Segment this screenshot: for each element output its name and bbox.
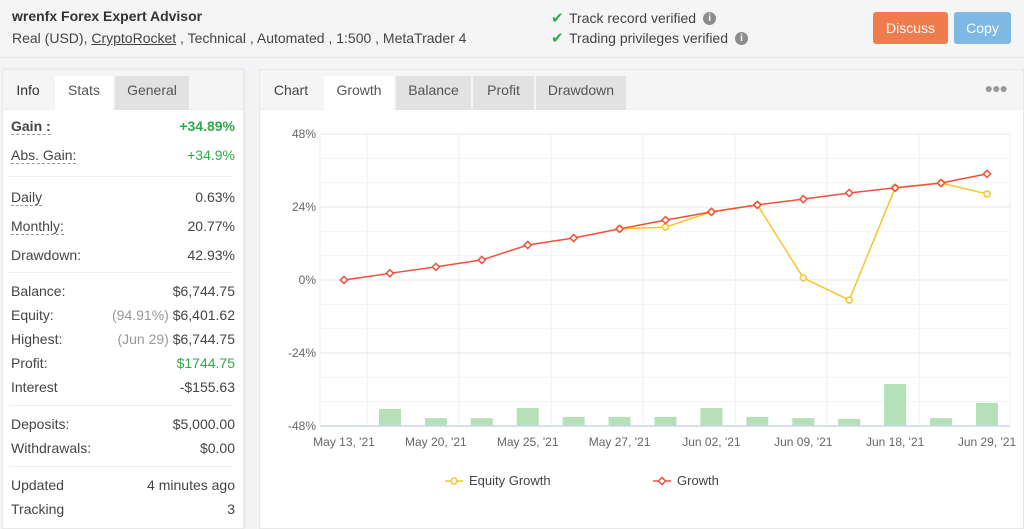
- gain-value: +34.89%: [179, 118, 235, 134]
- account-subtitle: Real (USD), CryptoRocket , Technical , A…: [12, 30, 466, 46]
- balance-value: $6,744.75: [172, 283, 235, 299]
- chart-tabs: Chart Growth Balance Profit Drawdown ●●●: [260, 70, 1023, 110]
- equity-label: Equity:: [11, 307, 54, 323]
- stat-withdrawals: Withdrawals: $0.00: [11, 440, 235, 458]
- stat-daily: Daily 0.63%: [11, 189, 235, 207]
- stats-tabs: Info Stats General: [3, 70, 243, 110]
- stat-tracking: Tracking 3: [11, 501, 235, 519]
- divider: [9, 405, 233, 406]
- equity-value: (94.91%) $6,401.62: [112, 307, 235, 323]
- drawdown-label: Drawdown:: [11, 247, 82, 263]
- interest-value: -$155.63: [179, 379, 235, 395]
- withdrawals-label: Withdrawals:: [11, 440, 92, 456]
- monthly-value: 20.77%: [187, 218, 235, 234]
- copy-button[interactable]: Copy: [954, 12, 1011, 44]
- highest-date: (Jun 29): [117, 331, 169, 347]
- profit-value: $1744.75: [176, 355, 235, 371]
- tracking-label: Tracking: [11, 501, 65, 517]
- abs-gain-label[interactable]: Abs. Gain:: [11, 147, 77, 164]
- info-icon[interactable]: i: [735, 31, 748, 45]
- daily-value: 0.63%: [195, 189, 235, 205]
- balance-label: Balance:: [11, 283, 66, 299]
- chart-panel: Chart Growth Balance Profit Drawdown ●●●: [259, 69, 1024, 529]
- daily-label[interactable]: Daily: [11, 189, 43, 206]
- stat-abs-gain: Abs. Gain: +34.9%: [11, 147, 235, 165]
- more-options-icon[interactable]: ●●●: [985, 80, 1008, 96]
- equity-percent: (94.91%): [112, 307, 169, 323]
- deposits-value: $5,000.00: [172, 416, 235, 432]
- tab-info[interactable]: Info: [3, 76, 53, 110]
- broker-link[interactable]: CryptoRocket: [91, 30, 176, 46]
- divider: [9, 466, 233, 467]
- stat-drawdown: Drawdown: 42.93%: [11, 247, 235, 265]
- stat-equity: Equity: (94.91%) $6,401.62: [11, 307, 235, 325]
- tab-growth[interactable]: Growth: [324, 76, 394, 110]
- withdrawals-value: $0.00: [199, 440, 235, 456]
- tab-stats[interactable]: Stats: [55, 76, 113, 110]
- check-icon: ✔: [551, 10, 564, 27]
- profit-label: Profit:: [11, 355, 48, 371]
- account-header: wrenfx Forex Expert Advisor Real (USD), …: [0, 0, 1024, 58]
- tab-general[interactable]: General: [115, 76, 189, 110]
- track-record-verified: ✔ Track record verified i: [551, 9, 717, 27]
- account-details: , Technical , Automated , 1:500 , MetaTr…: [176, 30, 467, 46]
- gain-label[interactable]: Gain :: [11, 118, 51, 135]
- tab-profit[interactable]: Profit: [473, 76, 534, 110]
- info-icon[interactable]: i: [703, 11, 717, 25]
- verification-label: Trading privileges verified: [569, 30, 728, 46]
- stats-panel: Info Stats General Gain : +34.89% Abs. G…: [2, 69, 244, 529]
- divider: [9, 272, 233, 273]
- system-title: wrenfx Forex Expert Advisor: [12, 8, 203, 24]
- account-type: Real (USD),: [12, 30, 92, 46]
- verification-label: Track record verified: [569, 10, 697, 26]
- stat-deposits: Deposits: $5,000.00: [11, 416, 235, 434]
- stat-monthly: Monthly: 20.77%: [11, 218, 235, 236]
- stat-balance: Balance: $6,744.75: [11, 283, 235, 301]
- interest-label: Interest: [11, 379, 58, 395]
- check-icon: ✔: [551, 30, 564, 47]
- updated-value: 4 minutes ago: [147, 477, 235, 493]
- trading-privileges-verified: ✔ Trading privileges verified i: [551, 29, 748, 47]
- equity-amount: $6,401.62: [172, 307, 235, 323]
- deposits-label: Deposits:: [11, 416, 70, 432]
- stat-profit: Profit: $1744.75: [11, 355, 235, 373]
- highest-value: (Jun 29) $6,744.75: [117, 331, 235, 347]
- stat-interest: Interest -$155.63: [11, 379, 235, 397]
- stat-gain: Gain : +34.89%: [11, 118, 235, 136]
- drawdown-value: 42.93%: [187, 247, 235, 263]
- tracking-value: 3: [227, 501, 235, 517]
- stat-updated: Updated 4 minutes ago: [11, 477, 235, 495]
- stat-highest: Highest: (Jun 29) $6,744.75: [11, 331, 235, 349]
- tab-balance[interactable]: Balance: [396, 76, 471, 110]
- highest-label: Highest:: [11, 331, 63, 347]
- highest-amount: $6,744.75: [172, 331, 235, 347]
- updated-label: Updated: [11, 477, 64, 493]
- tab-chart[interactable]: Chart: [260, 76, 322, 110]
- tab-drawdown[interactable]: Drawdown: [536, 76, 626, 110]
- divider: [9, 176, 233, 177]
- monthly-label[interactable]: Monthly:: [11, 218, 64, 235]
- abs-gain-value: +34.9%: [187, 147, 235, 163]
- discuss-button[interactable]: Discuss: [873, 12, 948, 44]
